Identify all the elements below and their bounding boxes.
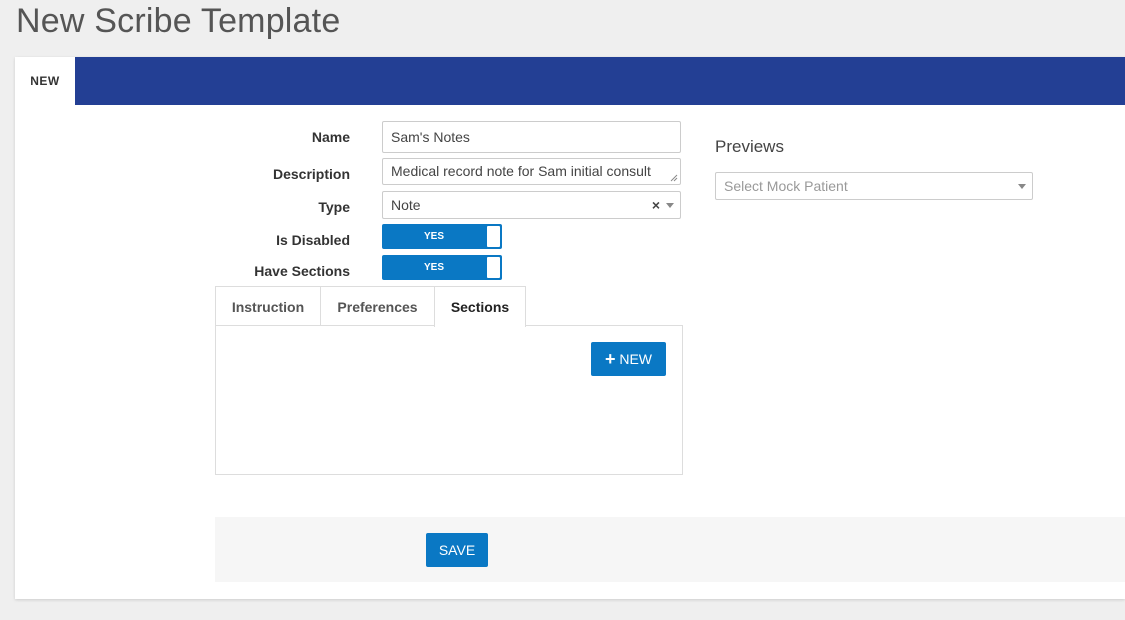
toggle-knob	[486, 225, 501, 248]
mock-patient-select-placeholder: Select Mock Patient	[724, 178, 848, 194]
resize-handle-icon[interactable]	[670, 174, 678, 182]
form-footer: SAVE	[215, 517, 1125, 582]
page-title: New Scribe Template	[16, 2, 341, 40]
sub-tabs: Instruction Preferences Sections	[215, 286, 683, 327]
new-section-button-label: NEW	[619, 351, 653, 367]
chevron-down-icon[interactable]	[1018, 184, 1026, 189]
name-input[interactable]: Sam's Notes	[382, 121, 681, 153]
type-select[interactable]: Note ×	[382, 191, 681, 219]
is-disabled-label: Is Disabled	[276, 232, 350, 248]
have-sections-toggle-text: YES	[423, 262, 444, 273]
sections-panel: + NEW	[215, 325, 683, 475]
is-disabled-toggle-text: YES	[423, 231, 444, 242]
toggle-knob	[486, 256, 501, 279]
new-section-button[interactable]: + NEW	[591, 342, 666, 376]
description-label: Description	[272, 166, 350, 182]
plus-icon: +	[604, 349, 616, 369]
description-textarea[interactable]: Medical record note for Sam initial cons…	[382, 158, 681, 185]
is-disabled-toggle[interactable]: YES	[382, 224, 502, 249]
name-label: Name	[311, 129, 350, 145]
tab-preferences[interactable]: Preferences	[320, 286, 435, 326]
clear-icon[interactable]: ×	[652, 192, 660, 218]
have-sections-label: Have Sections	[254, 263, 350, 279]
tab-new[interactable]: NEW	[15, 57, 75, 105]
previews-title: Previews	[715, 137, 784, 156]
top-tab-bar: NEW	[15, 57, 1125, 105]
mock-patient-select[interactable]: Select Mock Patient	[715, 172, 1033, 200]
name-input-value: Sam's Notes	[391, 129, 470, 145]
type-select-value: Note	[391, 197, 421, 213]
description-textarea-value: Medical record note for Sam initial cons…	[391, 163, 651, 179]
template-card: NEW Name Sam's Notes Description Medical…	[15, 57, 1125, 599]
save-button[interactable]: SAVE	[426, 533, 488, 567]
chevron-down-icon[interactable]	[666, 203, 674, 208]
have-sections-toggle[interactable]: YES	[382, 255, 502, 280]
tab-instruction[interactable]: Instruction	[215, 286, 321, 326]
tab-sections[interactable]: Sections	[434, 286, 526, 327]
type-label: Type	[318, 199, 350, 215]
